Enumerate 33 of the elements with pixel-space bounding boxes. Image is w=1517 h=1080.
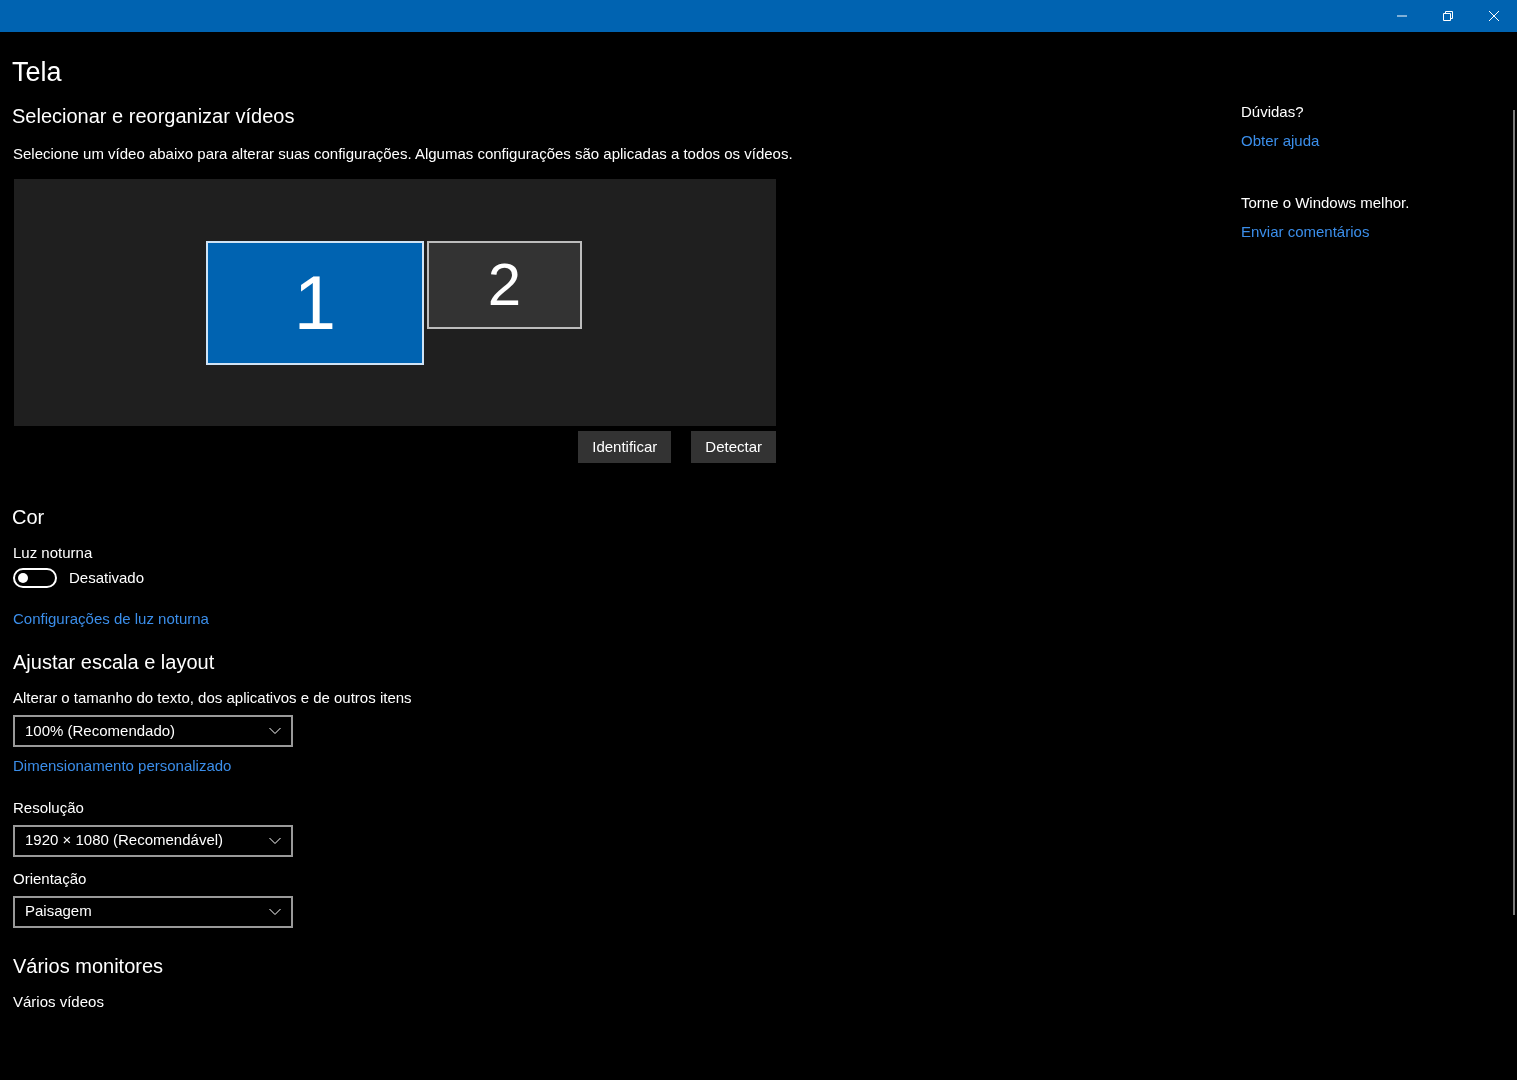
section-heading: Cor [12, 505, 46, 530]
scrollbar[interactable] [1513, 110, 1515, 915]
field-label: Luz noturna [12, 543, 94, 563]
field-label: Orientação [12, 868, 88, 889]
help-text: Torne o Windows melhor. [1241, 192, 1410, 213]
section-heading: Vários monitores [12, 953, 165, 979]
help-link[interactable]: Obter ajuda [1241, 130, 1320, 153]
monitor-tile[interactable]: 2 [427, 241, 582, 329]
chevron-down-icon [269, 907, 281, 916]
field-label: Alterar o tamanho do texto, dos aplicativos e de outros itens [12, 688, 413, 708]
section-heading: Ajustar escala e layout [12, 650, 216, 675]
monitor-tile[interactable]: 1 [206, 241, 424, 365]
toggle-state: Desativado [69, 568, 145, 588]
toggle-switch[interactable] [13, 568, 57, 589]
dropdown-value: Paisagem [25, 901, 92, 922]
help-link[interactable]: Enviar comentários [1241, 220, 1370, 243]
dropdown-value: 1920 × 1080 (Recomendável) [25, 830, 224, 851]
identify-button[interactable]: Identificar [578, 431, 672, 463]
page-title: Tela [12, 56, 63, 88]
dropdown[interactable]: 100% (Recomendado) [13, 715, 293, 747]
field-label: Resolução [12, 797, 85, 818]
chevron-down-icon [269, 727, 281, 735]
detect-button[interactable]: Detectar [691, 431, 776, 463]
dropdown[interactable]: Paisagem [13, 895, 293, 928]
night-light-settings-link[interactable]: Configurações de luz noturna [12, 607, 209, 630]
dropdown-value: 100% (Recomendado) [25, 720, 176, 741]
section-heading: Selecionar e reorganizar vídeos [12, 104, 296, 129]
field-label: Vários vídeos [12, 991, 105, 1012]
chevron-down-icon [269, 836, 281, 845]
description-text: Selecione um vídeo abaixo para alterar suas configurações. Algumas configurações são aplicadas a todos os vídeos. [12, 144, 794, 164]
dropdown[interactable]: 1920 × 1080 (Recomendável) [13, 824, 293, 857]
custom-scaling-link[interactable]: Dimensionamento personalizado [12, 755, 232, 778]
help-text: Dúvidas? [1241, 102, 1305, 122]
